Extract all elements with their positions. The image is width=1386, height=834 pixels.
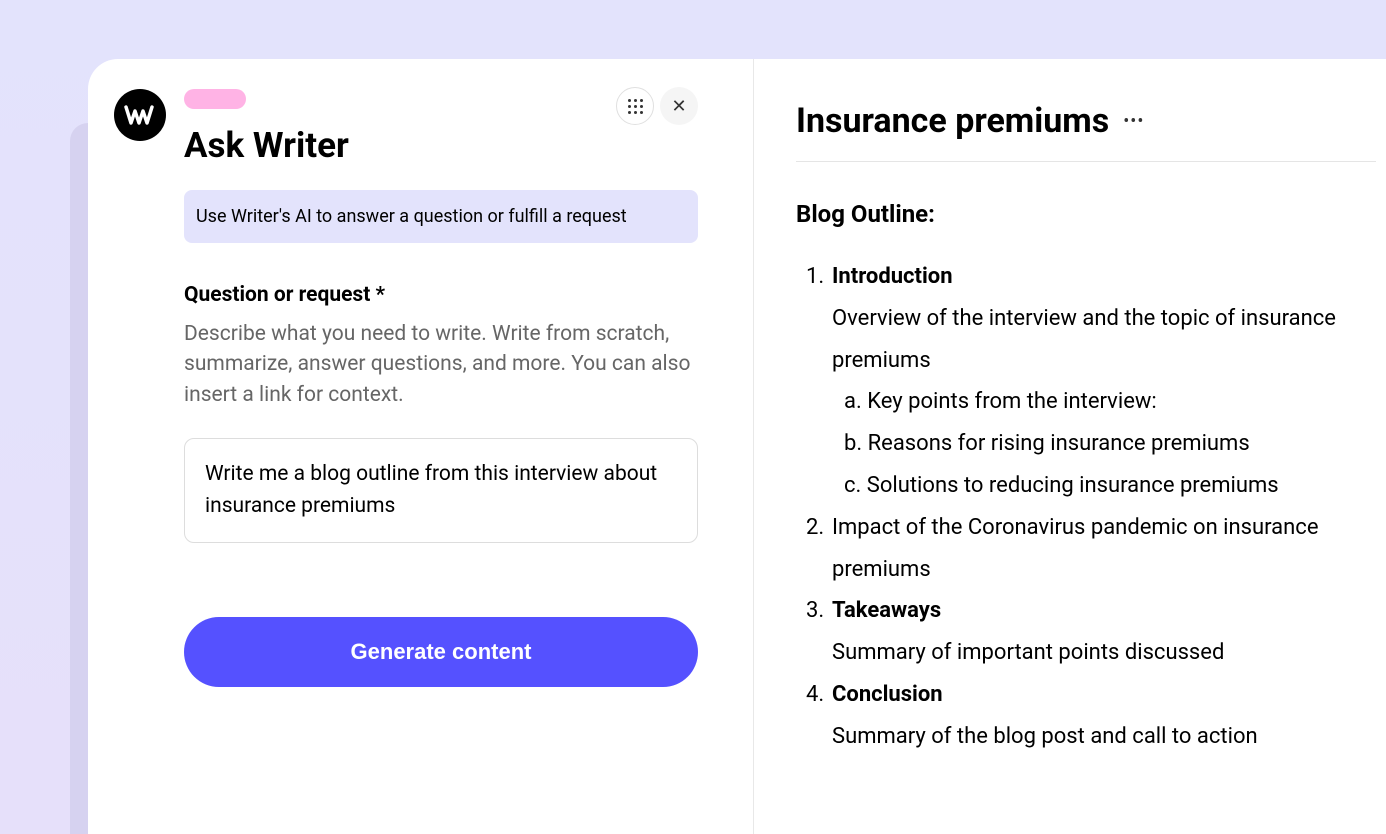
list-item: Impact of the Coronavirus pandemic on in… [806,507,1376,591]
outline-title: Blog Outline: [796,200,1376,228]
apps-button[interactable] [616,87,654,125]
outline-list: Introduction Overview of the interview a… [796,256,1376,758]
list-item: Introduction Overview of the interview a… [806,256,1376,507]
outline-body: Overview of the interview and the topic … [832,298,1376,382]
left-panel: ✕ Ask Writer Use Writer's AI to answer a… [88,59,754,834]
doc-title-row: Insurance premiums ••• [796,101,1376,141]
grid-icon [628,99,643,114]
category-pill [184,89,246,109]
field-description: Describe what you need to write. Write f… [184,319,698,410]
logo-row: Ask Writer [114,89,698,190]
outline-body: Summary of the blog post and call to act… [832,716,1376,758]
document-title: Insurance premiums [796,101,1109,141]
sub-item: a. Key points from the interview: [844,381,1376,423]
top-buttons: ✕ [616,87,698,125]
list-item: Conclusion Summary of the blog post and … [806,674,1376,758]
content-area: Use Writer's AI to answer a question or … [184,190,698,687]
question-input[interactable] [184,438,698,543]
outline-body: Summary of important points discussed [832,632,1376,674]
info-box: Use Writer's AI to answer a question or … [184,190,698,243]
divider [796,161,1376,162]
more-icon[interactable]: ••• [1123,111,1144,132]
main-card: ✕ Ask Writer Use Writer's AI to answer a… [88,59,1386,834]
app-title: Ask Writer [184,125,698,166]
close-icon: ✕ [671,96,686,117]
sub-item: c. Solutions to reducing insurance premi… [844,465,1376,507]
close-button[interactable]: ✕ [660,87,698,125]
outline-heading: Takeaways [832,598,941,623]
list-item: Takeaways Summary of important points di… [806,590,1376,674]
outline-body: Impact of the Coronavirus pandemic on in… [832,507,1376,591]
logo-icon [122,97,158,133]
outline-heading: Conclusion [832,682,943,707]
outline-heading: Introduction [832,264,953,289]
sub-item: b. Reasons for rising insurance premiums [844,423,1376,465]
writer-logo [114,89,166,141]
sub-list: a. Key points from the interview: b. Rea… [832,381,1376,506]
right-panel: Insurance premiums ••• Blog Outline: Int… [754,59,1386,834]
field-label: Question or request * [184,283,698,307]
generate-button[interactable]: Generate content [184,617,698,687]
shadow-decoration [70,123,88,834]
